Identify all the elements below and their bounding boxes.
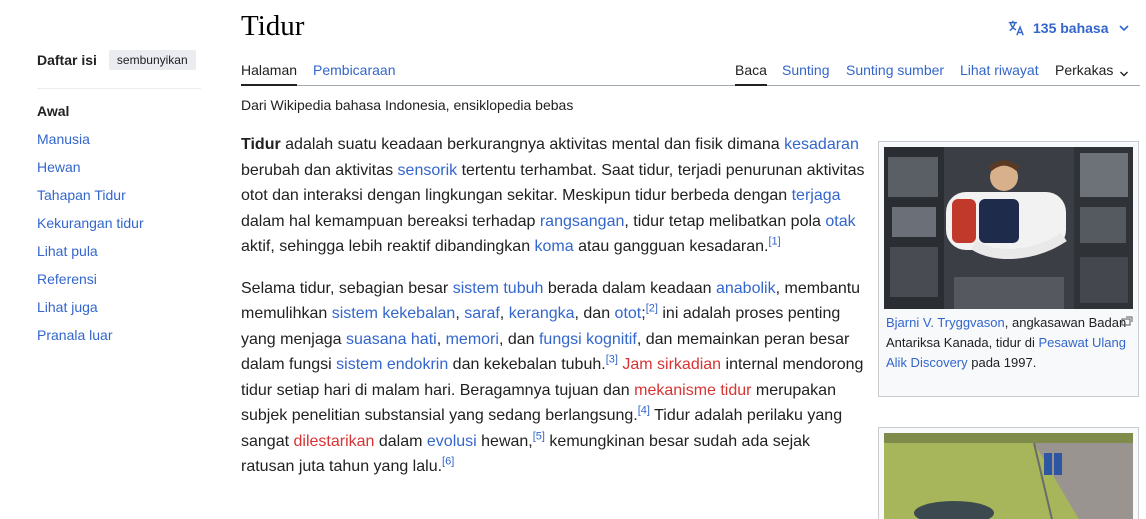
link-fungsi-kognitif[interactable]: fungsi kognitif [539, 331, 637, 348]
figure-caption: Bjarni V. Tryggvason, angkasawan Badan A… [884, 309, 1133, 373]
toc-item-kekurangan-tidur[interactable]: Kekurangan tidur [37, 209, 201, 237]
toc-item-hewan[interactable]: Hewan [37, 153, 201, 181]
astronaut-sleeping-image[interactable] [884, 147, 1133, 309]
link-suasana-hati[interactable]: suasana hati [346, 331, 437, 348]
tab-halaman[interactable]: Halaman [241, 62, 298, 86]
toc-item-awal[interactable]: Awal [37, 97, 201, 125]
table-of-contents: Daftar isi sembunyikan Awal Manusia Hewan T… [37, 50, 201, 349]
tools-menu-label: Perkakas [1055, 62, 1114, 78]
text: berubah dan aktivitas [241, 161, 398, 179]
bold-term: Tidur [241, 136, 281, 153]
redlink-jam-sirkadian[interactable]: Jam sirkadian [622, 356, 721, 373]
text: , [455, 305, 465, 322]
tab-sunting[interactable]: Sunting [782, 62, 829, 86]
text: Selama tidur, sebagian besar [241, 279, 453, 297]
toc-item-tahapan-tidur[interactable]: Tahapan Tidur [37, 181, 201, 209]
site-tagline: Dari Wikipedia bahasa Indonesia, ensiklo… [241, 97, 574, 113]
article-body: Tidur adalah suatu keadaan berkurangnya … [241, 132, 866, 496]
reference-1[interactable]: [1] [768, 236, 780, 248]
link-anabolik[interactable]: anabolik [716, 280, 776, 297]
paragraph-1: Tidur adalah suatu keadaan berkurangnya … [241, 132, 866, 260]
figure-astronaut: Bjarni V. Tryggvason, angkasawan Badan A… [878, 141, 1139, 397]
text: dalam [374, 432, 427, 450]
reference-3[interactable]: [3] [606, 354, 618, 366]
link-evolusi[interactable]: evolusi [427, 433, 477, 450]
redlink-mekanisme-tidur[interactable]: mekanisme tidur [634, 382, 751, 399]
toc-header: Daftar isi sembunyikan [37, 50, 201, 89]
link-otot[interactable]: otot [615, 305, 642, 322]
text: dan kekebalan tubuh. [448, 356, 606, 373]
link-bjarni[interactable]: Bjarni V. Tryggvason [886, 315, 1005, 330]
link-memori[interactable]: memori [446, 331, 499, 348]
translate-icon [1007, 19, 1025, 37]
text: berada dalam keadaan [543, 279, 716, 297]
page-tabs: Halaman Pembicaraan Baca Sunting Sunting… [241, 58, 1140, 86]
reference-5[interactable]: [5] [533, 430, 545, 442]
text: atau gangguan kesadaran. [573, 238, 769, 255]
text: , dan [498, 330, 539, 348]
figure-outdoor [878, 427, 1139, 519]
toc-item-pranala-luar[interactable]: Pranala luar [37, 321, 201, 349]
text: aktif, sehingga lebih reaktif dibandingk… [241, 238, 535, 255]
toc-title: Daftar isi [37, 52, 97, 68]
link-rangsangan[interactable]: rangsangan [540, 213, 625, 230]
toc-item-lihat-pula[interactable]: Lihat pula [37, 237, 201, 265]
tab-pembicaraan[interactable]: Pembicaraan [313, 62, 396, 86]
link-otak[interactable]: otak [825, 213, 855, 230]
toc-item-manusia[interactable]: Manusia [37, 125, 201, 153]
link-koma[interactable]: koma [535, 238, 574, 255]
page-title: Tidur [241, 10, 305, 42]
toc-list: Awal Manusia Hewan Tahapan Tidur Kekurangan … [37, 97, 201, 349]
text: , dan [574, 305, 615, 322]
reference-2[interactable]: [2] [646, 303, 658, 315]
tab-baca[interactable]: Baca [735, 62, 767, 86]
text: dalam hal kemampuan bereaksi terhadap [241, 212, 540, 230]
toc-item-lihat-juga[interactable]: Lihat juga [37, 293, 201, 321]
redlink-dilestarikan[interactable]: dilestarikan [293, 433, 374, 450]
toc-item-referensi[interactable]: Referensi [37, 265, 201, 293]
link-sensorik[interactable]: sensorik [398, 162, 458, 179]
tab-sunting-sumber[interactable]: Sunting sumber [846, 62, 944, 86]
language-button[interactable]: 135 bahasa [1007, 19, 1131, 37]
link-kerangka[interactable]: kerangka [509, 305, 575, 322]
enlarge-icon[interactable] [1121, 314, 1133, 326]
link-saraf[interactable]: saraf [464, 305, 500, 322]
language-count: 135 bahasa [1033, 20, 1109, 36]
text: , [499, 305, 509, 322]
tools-menu[interactable]: Perkakas [1055, 62, 1129, 86]
text: pada 1997. [967, 355, 1037, 370]
text: , tidur tetap melibatkan pola [624, 212, 826, 230]
chevron-down-icon [1117, 21, 1131, 35]
link-kesadaran[interactable]: kesadaran [784, 136, 859, 153]
link-sistem-kekebalan[interactable]: sistem kekebalan [332, 305, 456, 322]
text: , [436, 330, 446, 348]
link-terjaga[interactable]: terjaga [792, 187, 841, 204]
paragraph-2: Selama tidur, sebagian besar sistem tubu… [241, 276, 866, 480]
link-sistem-endokrin[interactable]: sistem endokrin [336, 356, 448, 373]
person-sleeping-outdoors-image[interactable] [884, 433, 1133, 519]
text: hewan, [476, 432, 533, 450]
text: adalah suatu keadaan berkurangnya aktivi… [280, 136, 785, 153]
tab-lihat-riwayat[interactable]: Lihat riwayat [960, 62, 1039, 86]
link-sistem-tubuh[interactable]: sistem tubuh [453, 280, 544, 297]
reference-4[interactable]: [4] [638, 405, 650, 417]
reference-6[interactable]: [6] [442, 456, 454, 468]
toc-hide-button[interactable]: sembunyikan [108, 50, 196, 70]
chevron-down-icon [1119, 66, 1129, 77]
